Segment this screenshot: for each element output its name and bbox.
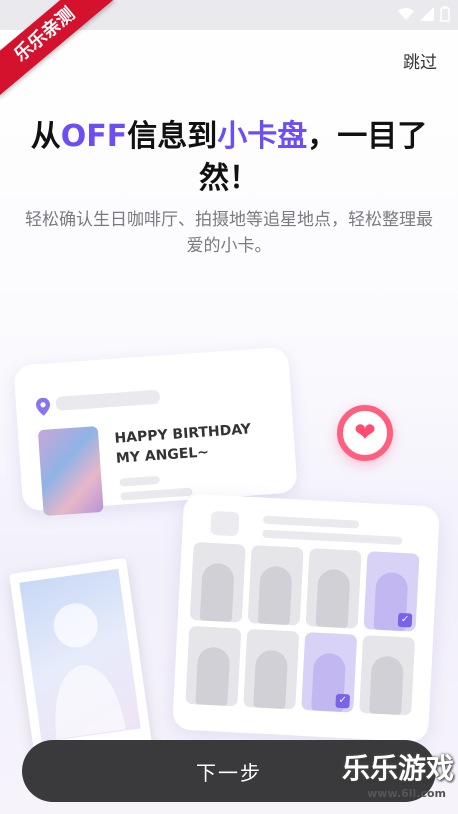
placeholder-line [55, 389, 161, 411]
photocard-cell [359, 635, 416, 716]
grid-logo-icon [210, 510, 240, 537]
location-pin-icon [36, 397, 51, 416]
status-icons [398, 6, 450, 22]
checkmark-icon: ✓ [397, 612, 413, 628]
photocard-image [19, 568, 141, 743]
title-highlight-card: 小卡盘 [217, 119, 308, 154]
placeholder-line [120, 487, 193, 501]
title-highlight-off: OFF [60, 119, 128, 154]
page-subtitle: 轻松确认生日咖啡厅、拍摄地等追星地点，轻松整理最爱的小卡。 [25, 210, 433, 256]
watermark-url: www.6ll.com [367, 787, 446, 800]
photocard-cell: ✓ [363, 551, 420, 632]
silhouette-icon [257, 565, 293, 626]
event-card-illustration: HAPPY BIRTHDAY MY ANGEL~ [13, 346, 298, 517]
event-poster-thumbnail [37, 426, 104, 517]
heart-bubble-icon: ❤ [337, 405, 393, 461]
photocard-cell [243, 628, 300, 710]
placeholder-line [262, 515, 360, 529]
watermark-brand: 乐乐游戏 [341, 752, 454, 785]
watermark: 乐乐游戏 www.6ll.com [342, 747, 454, 800]
battery-icon [440, 6, 450, 22]
photocard-grid: ✓ ✓ [185, 542, 420, 716]
skip-button[interactable]: 跳过 [403, 48, 437, 73]
photocard-cell [247, 545, 304, 626]
page-title: 从OFF信息到小卡盘，一目了然！ [20, 116, 438, 200]
photocard-cell: ✓ [301, 631, 358, 713]
photocard-illustration [9, 557, 153, 768]
placeholder-line [262, 529, 403, 545]
signal-icon [420, 7, 434, 21]
person-silhouette-icon [53, 603, 126, 740]
photocard-cell [189, 542, 246, 623]
silhouette-icon [315, 568, 351, 629]
photocard-cell [305, 548, 362, 629]
event-card-text: HAPPY BIRTHDAY MY ANGEL~ [114, 419, 253, 468]
wifi-icon [398, 8, 414, 20]
silhouette-icon [199, 562, 235, 623]
title-part1: 从 [30, 119, 61, 154]
silhouette-icon [369, 655, 405, 716]
placeholder-line [119, 475, 160, 487]
silhouette-icon [253, 649, 289, 710]
title-part2: 信息到 [127, 119, 218, 154]
photocard-grid-illustration: ✓ ✓ [171, 493, 441, 743]
checkmark-icon: ✓ [335, 693, 351, 709]
silhouette-icon [195, 646, 231, 707]
photocard-cell [185, 625, 242, 707]
